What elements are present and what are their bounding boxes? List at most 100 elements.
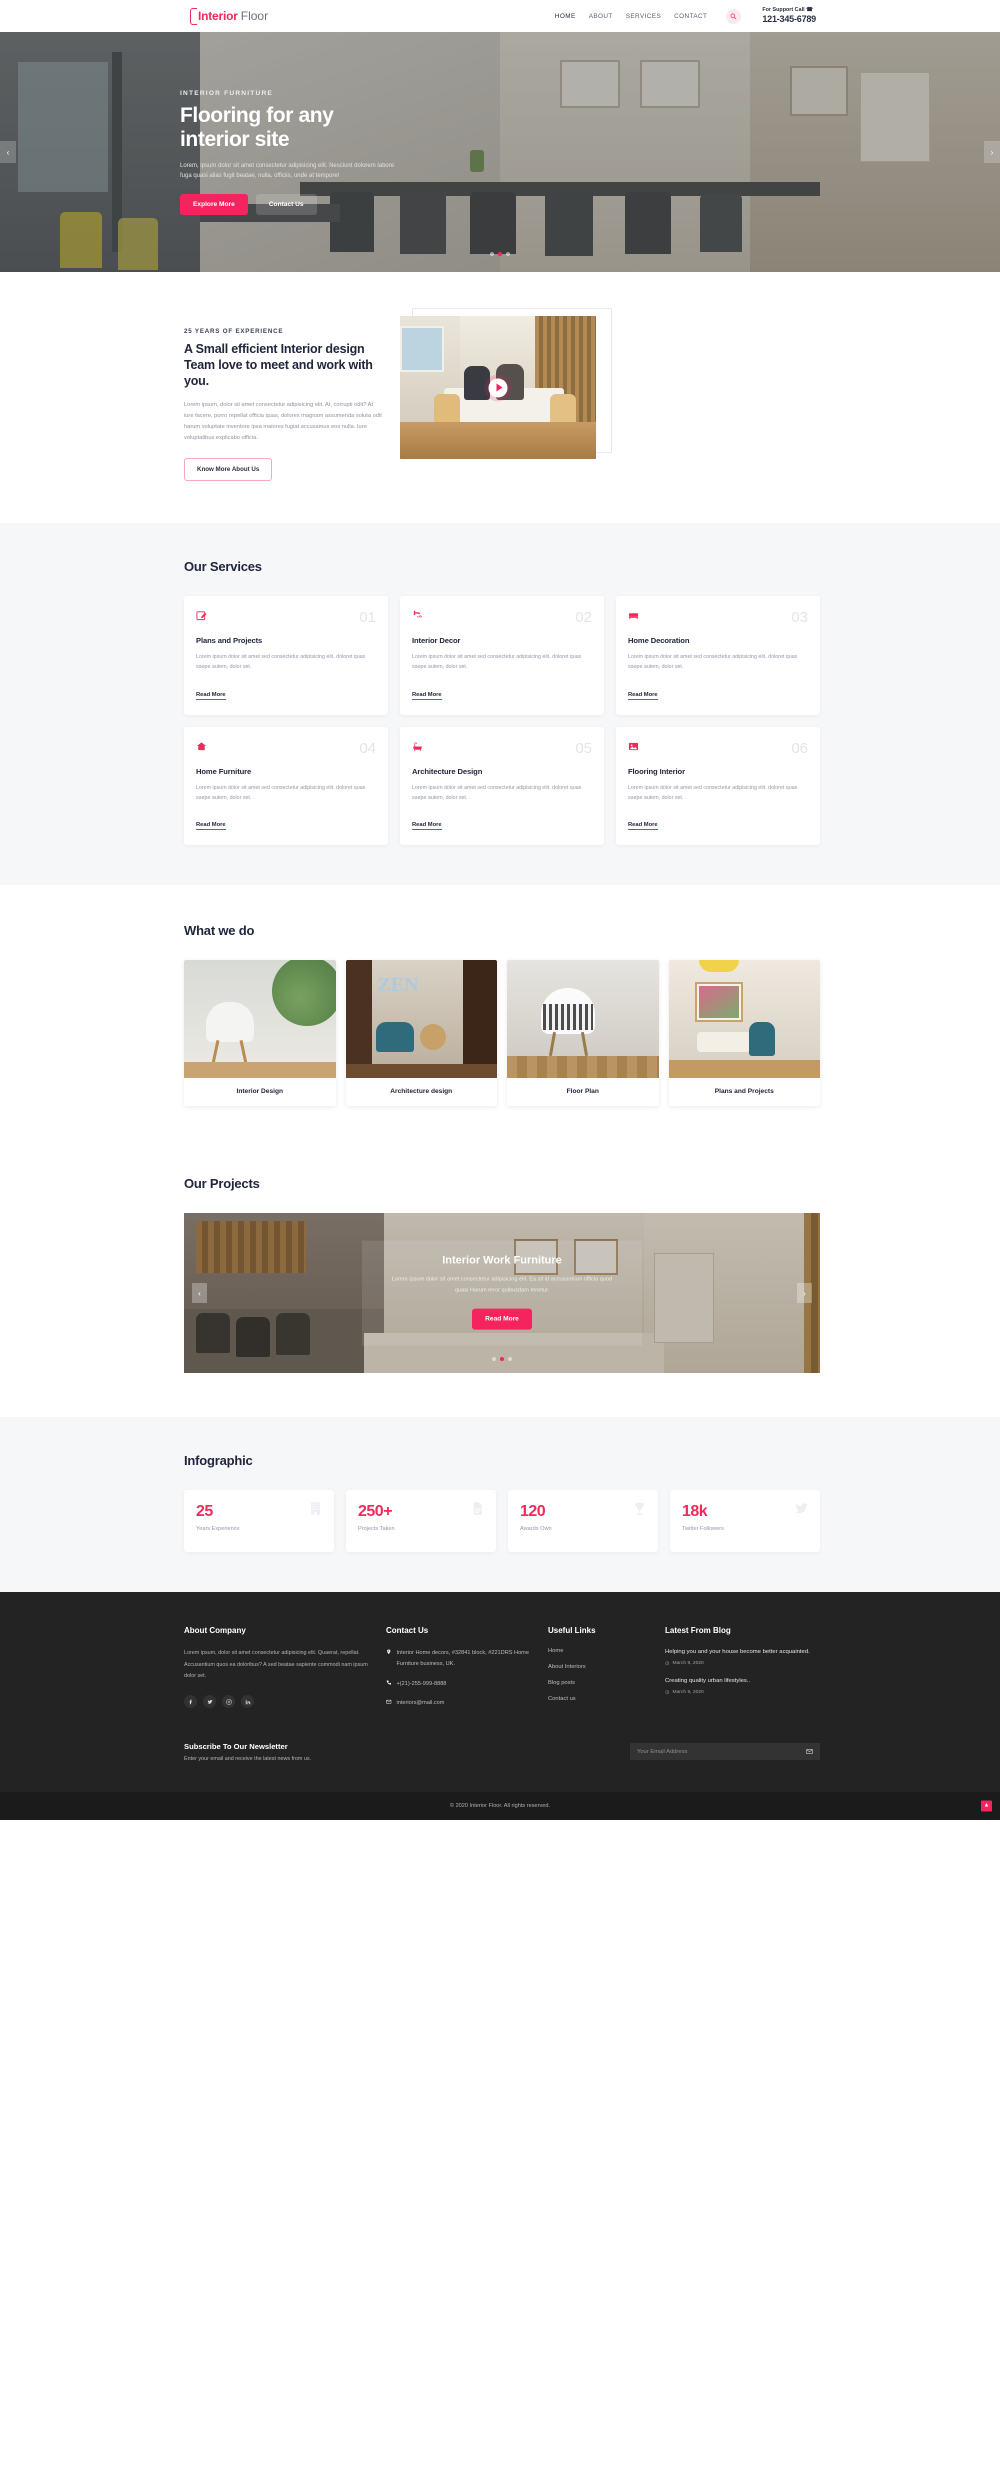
nav-item-about[interactable]: ABOUT	[589, 13, 613, 20]
infographic-label: Projects Taken	[358, 1526, 395, 1533]
service-read-more-link[interactable]: Read More	[412, 822, 442, 831]
bathtub-icon	[412, 741, 423, 752]
footer-link-home[interactable]: Home	[548, 1648, 653, 1654]
envelope-icon	[386, 1699, 392, 1709]
trophy-icon	[632, 1501, 647, 1516]
explore-more-button[interactable]: Explore More	[180, 193, 248, 215]
location-pin-icon	[386, 1649, 392, 1669]
what-we-do-card[interactable]: ZEN Architecture design	[345, 960, 497, 1107]
service-card[interactable]: 06 Flooring Interior Lorem ipsum dolor s…	[616, 726, 820, 846]
footer-address-line: Interior Home decors, #32841 block, #221…	[386, 1648, 536, 1669]
service-description: Lorem ipsum dolor sit amet sed consectet…	[628, 654, 798, 671]
hero-kicker: INTERIOR FURNITURE	[180, 90, 274, 97]
facebook-icon[interactable]	[184, 1695, 197, 1709]
play-video-button[interactable]	[488, 378, 508, 397]
infographic-label: Awards Own	[520, 1526, 552, 1533]
service-card[interactable]: 03 Home Decoration Lorem ipsum dolor sit…	[616, 596, 820, 715]
footer-blog-post[interactable]: Creating quality urban lifestyles.. Marc…	[665, 1677, 835, 1695]
footer-about-text: Lorem ipsum, dolor sit amet consectetur …	[184, 1650, 368, 1680]
site-logo[interactable]: Interior Floor	[190, 7, 268, 25]
nav-item-home[interactable]: HOME	[555, 13, 576, 20]
service-description: Lorem ipsum dolor sit amet sed consectet…	[196, 654, 366, 671]
infographic-value: 250+	[358, 1503, 393, 1521]
newsletter-heading: Subscribe To Our Newsletter	[184, 1741, 288, 1751]
logo-text-strong: Interior	[198, 9, 238, 23]
newsletter-field[interactable]	[630, 1743, 820, 1761]
projects-dot-2[interactable]	[500, 1357, 504, 1362]
what-we-do-title: What we do	[184, 923, 255, 939]
envelope-icon[interactable]	[806, 1748, 813, 1755]
projects-prev-button[interactable]: ‹	[192, 1283, 207, 1304]
what-we-do-card[interactable]: Plans and Projects	[668, 960, 820, 1107]
projects-next-button[interactable]: ›	[797, 1283, 812, 1304]
copyright-text: © 2020 Interior Floor. All rights reserv…	[449, 1802, 551, 1809]
services-section: Our Services 01 Plans and Projects Lorem…	[0, 523, 1000, 886]
infographic-card: 120 Awards Own	[508, 1490, 658, 1553]
scroll-to-top-button[interactable]: ▲	[981, 1800, 992, 1812]
instagram-icon[interactable]	[222, 1695, 235, 1709]
footer-links-column: Useful Links Home About Interiors Blog p…	[548, 1626, 653, 1718]
service-description: Lorem ipsum dolor sit amet sed consectet…	[412, 654, 582, 671]
what-we-do-section: What we do Interior Design ZEN Architect…	[0, 885, 1000, 1147]
nav-item-contact[interactable]: CONTACT	[674, 13, 707, 20]
footer-about-heading: About Company	[184, 1626, 246, 1636]
what-we-do-card[interactable]: Interior Design	[184, 960, 336, 1107]
service-card[interactable]: 05 Architecture Design Lorem ipsum dolor…	[400, 726, 604, 846]
support-phone[interactable]: 121-345-6789	[762, 14, 816, 25]
infographic-value: 18k	[682, 1503, 708, 1521]
service-card[interactable]: 04 Home Furniture Lorem ipsum dolor sit …	[184, 726, 388, 846]
linkedin-icon[interactable]	[241, 1695, 254, 1709]
infographic-grid: 25 Years Experience 250+ Projects Taken	[180, 1490, 820, 1553]
nav-item-services[interactable]: SERVICES	[626, 13, 661, 20]
what-we-do-card[interactable]: Floor Plan	[507, 960, 659, 1107]
footer-email-line[interactable]: interiors@mail.com	[386, 1698, 536, 1709]
hero-content: INTERIOR FURNITURE Flooring for any inte…	[180, 90, 480, 215]
contact-us-button[interactable]: Contact Us	[255, 193, 317, 215]
projects-slide-content: Interior Work Furniture Lorem ipsum dolo…	[362, 1241, 642, 1346]
about-video-thumbnail[interactable]	[400, 316, 596, 459]
footer-socials	[184, 1695, 374, 1709]
hero-next-button[interactable]: ›	[984, 141, 1000, 163]
service-number: 04	[359, 739, 376, 757]
hero-dot-3[interactable]	[506, 252, 510, 256]
projects-dot-1[interactable]	[492, 1357, 496, 1362]
service-read-more-link[interactable]: Read More	[412, 692, 442, 700]
projects-read-more-button[interactable]: Read More	[472, 1308, 532, 1330]
footer-link-about-interiors[interactable]: About Interiors	[548, 1664, 653, 1670]
newsletter-email-input[interactable]	[637, 1748, 806, 1755]
document-icon	[470, 1501, 485, 1516]
about-description: Lorem ipsum, dolor sit amet consectetur …	[184, 401, 382, 441]
service-name: Plans and Projects	[196, 636, 263, 646]
infographic-section: Infographic 25 Years Experience 250+ Pro…	[0, 1417, 1000, 1593]
footer-blog-post[interactable]: Helping you and your house become better…	[665, 1648, 835, 1666]
service-read-more-link[interactable]: Read More	[628, 692, 658, 700]
shower-icon	[412, 610, 423, 621]
footer-link-contact-us[interactable]: Contact us	[548, 1696, 653, 1702]
infographic-label: Twitter Followers	[682, 1526, 724, 1533]
projects-dot-3[interactable]	[508, 1357, 512, 1362]
footer-contact-heading: Contact Us	[386, 1626, 429, 1636]
service-card[interactable]: 01 Plans and Projects Lorem ipsum dolor …	[184, 596, 388, 715]
hero-title: Flooring for any interior site	[180, 104, 334, 151]
footer-blog-title: Creating quality urban lifestyles..	[665, 1678, 751, 1685]
phone-icon	[386, 1680, 392, 1690]
service-read-more-link[interactable]: Read More	[628, 822, 658, 831]
footer-links-heading: Useful Links	[548, 1626, 596, 1636]
service-read-more-link[interactable]: Read More	[196, 822, 226, 831]
projects-slide-title: Interior Work Furniture	[442, 1255, 562, 1268]
footer-blog-date-line: March 9, 2020	[665, 1690, 835, 1695]
footer-phone-line[interactable]: +(21)-255-999-8888	[386, 1679, 536, 1690]
footer-blog-title: Helping you and your house become better…	[665, 1649, 810, 1656]
hero-prev-button[interactable]: ‹	[0, 141, 16, 163]
service-card[interactable]: 02 Interior Decor Lorem ipsum dolor sit …	[400, 596, 604, 715]
hero-dot-1[interactable]	[490, 252, 494, 256]
twitter-icon[interactable]	[203, 1695, 216, 1709]
services-grid: 01 Plans and Projects Lorem ipsum dolor …	[180, 596, 820, 846]
service-read-more-link[interactable]: Read More	[196, 692, 226, 700]
know-more-button[interactable]: Know More About Us	[184, 458, 273, 482]
hero-dot-2[interactable]	[498, 252, 502, 256]
service-description: Lorem ipsum dolor sit amet sed consectet…	[196, 784, 366, 802]
search-button[interactable]	[726, 8, 742, 24]
footer-link-blog-posts[interactable]: Blog posts	[548, 1680, 653, 1686]
what-we-do-image	[668, 960, 820, 1079]
